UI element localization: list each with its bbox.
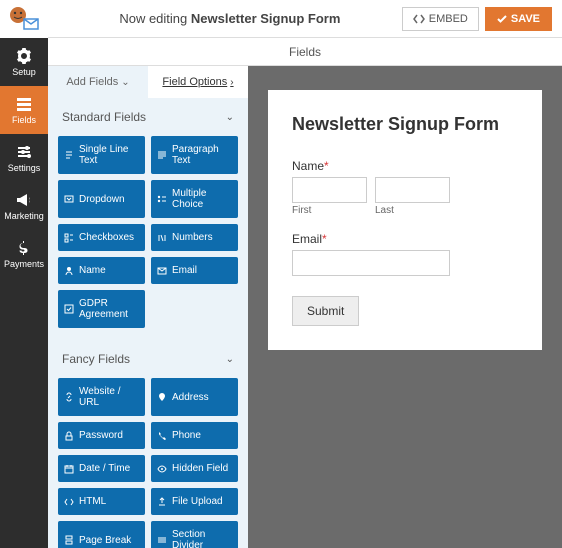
nav-payments[interactable]: Payments xyxy=(0,230,48,278)
field-dropdown[interactable]: Dropdown xyxy=(58,180,145,218)
field-phone[interactable]: Phone xyxy=(151,422,238,449)
field-checkboxes[interactable]: Checkboxes xyxy=(58,224,145,251)
tab-options-label: Field Options xyxy=(162,76,227,88)
field-divider[interactable]: Section Divider xyxy=(151,521,238,548)
page-title: Now editing Newsletter Signup Form xyxy=(58,11,402,26)
title-prefix: Now editing xyxy=(119,11,191,26)
form-card: Newsletter Signup Form Name* First Last xyxy=(268,90,542,350)
chevron-right-icon: › xyxy=(230,77,233,88)
field-html[interactable]: HTML xyxy=(58,488,145,515)
subheader: Fields xyxy=(48,38,562,66)
fields-panel: Add Fields ⌄ Field Options › Standard Fi… xyxy=(48,66,248,548)
nav-setup-label: Setup xyxy=(12,67,36,77)
field-numbers[interactable]: Numbers xyxy=(151,224,238,251)
submit-button[interactable]: Submit xyxy=(292,296,359,326)
nav-fields[interactable]: Fields xyxy=(0,86,48,134)
save-button[interactable]: SAVE xyxy=(485,7,552,31)
field-address[interactable]: Address xyxy=(151,378,238,416)
chevron-down-icon: ⌄ xyxy=(226,354,234,365)
sidebar: Setup Fields Settings Marketing Payments xyxy=(0,0,48,548)
check-icon xyxy=(497,14,507,24)
chevron-down-icon: ⌄ xyxy=(226,112,234,123)
last-name-input[interactable] xyxy=(375,177,450,203)
section-standard-label: Standard Fields xyxy=(62,110,146,124)
save-label: SAVE xyxy=(511,13,540,25)
nav-settings[interactable]: Settings xyxy=(0,134,48,182)
field-hidden[interactable]: Hidden Field xyxy=(151,455,238,482)
field-name[interactable]: Name xyxy=(58,257,145,284)
nav-payments-label: Payments xyxy=(4,259,44,269)
field-website[interactable]: Website / URL xyxy=(58,378,145,416)
nav-settings-label: Settings xyxy=(8,163,41,173)
field-single-line-text[interactable]: Single Line Text xyxy=(58,136,145,174)
required-mark: * xyxy=(324,159,329,173)
field-upload[interactable]: File Upload xyxy=(151,488,238,515)
chevron-down-icon: ⌄ xyxy=(121,77,129,88)
form-title: Newsletter Signup Form xyxy=(292,114,518,135)
embed-label: EMBED xyxy=(429,13,468,25)
nav-fields-label: Fields xyxy=(12,115,36,125)
field-gdpr[interactable]: GDPR Agreement xyxy=(58,290,145,328)
first-name-input[interactable] xyxy=(292,177,367,203)
code-icon xyxy=(413,14,425,24)
section-fancy-fields[interactable]: Fancy Fields ⌄ xyxy=(48,340,248,378)
embed-button[interactable]: EMBED xyxy=(402,7,479,31)
topbar: Now editing Newsletter Signup Form EMBED… xyxy=(48,0,562,38)
nav-setup[interactable]: Setup xyxy=(0,38,48,86)
last-sublabel: Last xyxy=(375,205,450,216)
tab-add-fields[interactable]: Add Fields ⌄ xyxy=(48,66,148,98)
field-paragraph-text[interactable]: Paragraph Text xyxy=(151,136,238,174)
email-input[interactable] xyxy=(292,250,450,276)
name-label: Name* xyxy=(292,159,518,173)
field-multiple-choice[interactable]: Multiple Choice xyxy=(151,180,238,218)
section-fancy-label: Fancy Fields xyxy=(62,352,130,366)
title-name: Newsletter Signup Form xyxy=(191,11,341,26)
field-password[interactable]: Password xyxy=(58,422,145,449)
field-datetime[interactable]: Date / Time xyxy=(58,455,145,482)
email-label: Email* xyxy=(292,232,518,246)
nav-marketing-label: Marketing xyxy=(4,211,44,221)
first-sublabel: First xyxy=(292,205,367,216)
section-standard-fields[interactable]: Standard Fields ⌄ xyxy=(48,98,248,136)
field-pagebreak[interactable]: Page Break xyxy=(58,521,145,548)
required-mark: * xyxy=(322,232,327,246)
logo[interactable] xyxy=(0,0,48,38)
tab-field-options[interactable]: Field Options › xyxy=(148,66,248,98)
tab-add-label: Add Fields xyxy=(66,76,118,88)
form-preview: Newsletter Signup Form Name* First Last xyxy=(248,66,562,548)
nav-marketing[interactable]: Marketing xyxy=(0,182,48,230)
field-email[interactable]: Email xyxy=(151,257,238,284)
